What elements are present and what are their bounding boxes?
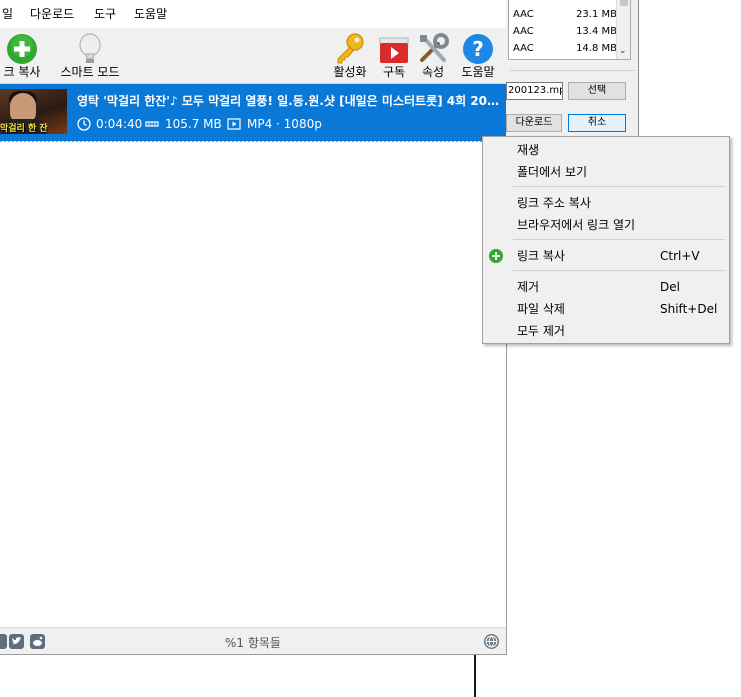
window-edge — [474, 655, 476, 697]
context-menu: 재생 폴더에서 보기 링크 주소 복사 브라우저에서 링크 열기 링크 복사 C… — [482, 136, 730, 344]
clock-icon — [77, 117, 91, 131]
format-list-scrollbar[interactable]: ⌄ — [616, 0, 630, 59]
activate-button[interactable]: 활성화 — [330, 30, 370, 82]
menu-item-remove-all[interactable]: 모두 제거 — [483, 320, 729, 342]
help-label: 도움말 — [461, 65, 495, 79]
filename-field[interactable]: 200123.mp4 — [506, 82, 563, 100]
menu-item-copy-link[interactable]: 링크 복사 Ctrl+V — [483, 245, 729, 267]
download-item[interactable]: 막걸리 한 잔 영탁 '막걸리 한잔'♪ 모두 막걸리 열풍! 일.동.원.샷 … — [0, 84, 506, 141]
menu-download[interactable]: 다운로드 — [30, 7, 74, 21]
shortcut-label: Ctrl+V — [660, 249, 700, 263]
globe-icon[interactable] — [484, 634, 499, 649]
lightbulb-icon — [79, 33, 101, 63]
preferences-button[interactable]: 속성 — [414, 30, 452, 82]
video-thumbnail: 막걸리 한 잔 — [0, 89, 67, 134]
paste-link-button[interactable]: 크 복사 — [0, 30, 52, 82]
tools-icon — [420, 33, 449, 62]
menu-item-remove[interactable]: 제거 Del — [483, 276, 729, 298]
status-text: %1 항목들 — [225, 636, 281, 650]
video-format: MP4 · 1080p — [247, 117, 322, 131]
svg-text:?: ? — [472, 37, 484, 61]
row-separator — [0, 141, 506, 142]
video-size: 105.7 MB — [165, 117, 222, 131]
help-icon: ? — [463, 34, 493, 64]
help-button[interactable]: ? 도움말 — [457, 30, 499, 82]
shortcut-label: Del — [660, 280, 680, 294]
menu-item-copy-link-address[interactable]: 링크 주소 복사 — [483, 192, 729, 214]
activate-label: 활성화 — [333, 65, 367, 79]
plus-circle-icon — [489, 249, 503, 263]
menu-separator — [513, 270, 725, 271]
dialog-separator — [510, 70, 635, 71]
main-window: 일 다운로드 도구 도움말 크 복사 스마트 모드 활성화 구독 속성 ? 도움… — [0, 0, 507, 655]
video-duration: 0:04:40 — [96, 117, 143, 131]
subscribe-icon — [379, 37, 409, 63]
chevron-down-icon[interactable]: ⌄ — [619, 46, 627, 56]
menu-bar: 일 다운로드 도구 도움말 — [0, 0, 506, 28]
menu-separator — [513, 186, 725, 187]
format-row[interactable]: AAC 13.4 MB — [513, 26, 617, 38]
cancel-button[interactable]: 취소 — [568, 114, 626, 132]
menu-separator — [513, 239, 725, 240]
format-row[interactable]: AAC 23.1 MB — [513, 9, 617, 21]
shortcut-label: Shift+Del — [660, 302, 718, 316]
thumbnail-caption: 막걸리 한 잔 — [0, 124, 48, 134]
download-button[interactable]: 다운로드 — [506, 114, 562, 132]
menu-item-delete-file[interactable]: 파일 삭제 Shift+Del — [483, 298, 729, 320]
format-row[interactable]: AAC 14.8 MB — [513, 43, 617, 55]
menu-item-show-in-folder[interactable]: 폴더에서 보기 — [483, 161, 729, 183]
menu-file[interactable]: 일 — [2, 7, 13, 21]
download-dialog: AAC 23.1 MB AAC 13.4 MB AAC 14.8 MB ⌄ 20… — [506, 0, 639, 136]
file-size-icon — [145, 121, 159, 127]
smart-mode-button[interactable]: 스마트 모드 — [56, 30, 124, 82]
smart-mode-label: 스마트 모드 — [60, 65, 120, 79]
video-format-icon — [227, 118, 241, 130]
key-icon — [337, 33, 364, 64]
subscribe-button[interactable]: 구독 — [375, 30, 413, 82]
menu-item-open-in-browser[interactable]: 브라우저에서 링크 열기 — [483, 214, 729, 236]
video-title: 영탁 '막걸리 한잔'♪ 모두 막걸리 열풍! 일.동.원.샷 [내일은 미스터… — [77, 94, 503, 108]
status-bar: %1 항목들 — [0, 627, 506, 654]
preferences-label: 속성 — [421, 65, 445, 79]
plus-circle-icon — [7, 34, 37, 64]
menu-tools[interactable]: 도구 — [94, 7, 116, 21]
format-list[interactable]: AAC 23.1 MB AAC 13.4 MB AAC 14.8 MB ⌄ — [508, 0, 631, 60]
menu-help[interactable]: 도움말 — [134, 7, 167, 21]
paste-link-label: 크 복사 — [3, 65, 41, 79]
subscribe-label: 구독 — [382, 65, 406, 79]
toolbar: 크 복사 스마트 모드 활성화 구독 속성 ? 도움말 — [0, 28, 506, 84]
choose-button[interactable]: 선택 — [568, 82, 626, 100]
menu-item-play[interactable]: 재생 — [483, 139, 729, 161]
